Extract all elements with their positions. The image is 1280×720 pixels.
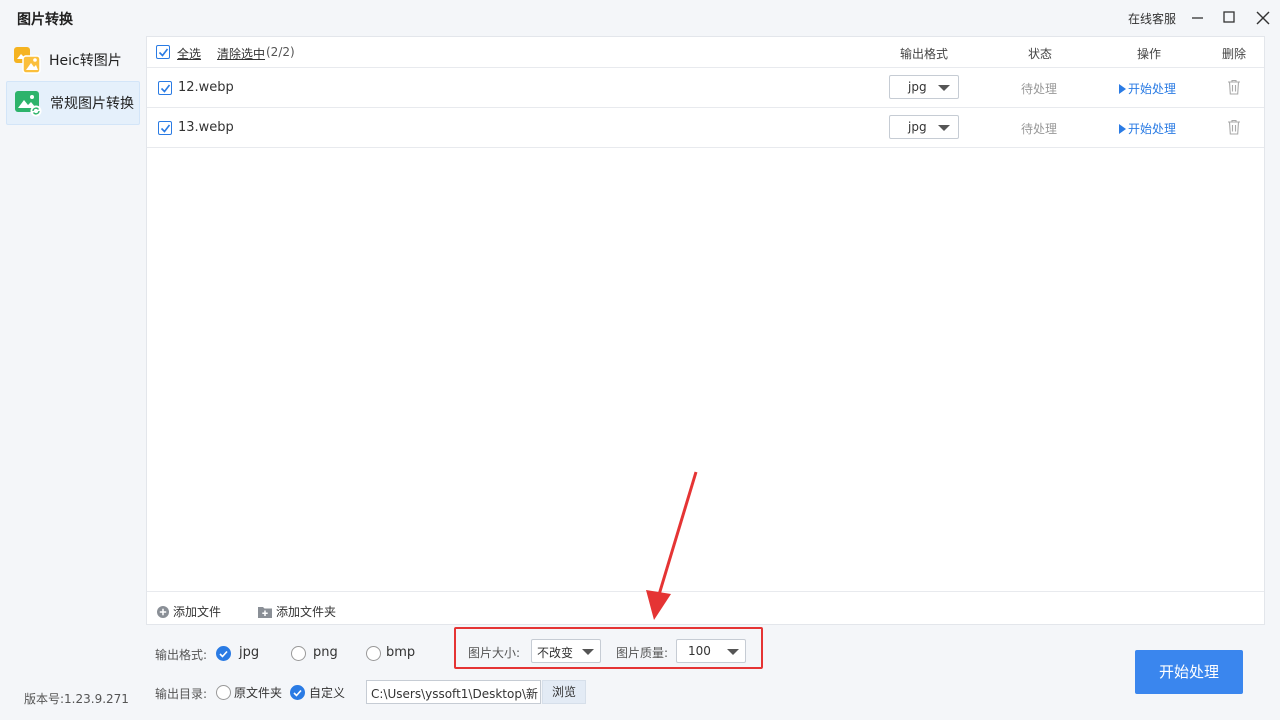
check-icon bbox=[160, 124, 171, 133]
format-select-value: jpg bbox=[908, 120, 927, 134]
format-radio-label[interactable]: png bbox=[313, 645, 338, 660]
table-row: 12.webp jpg 待处理 开始处理 bbox=[147, 68, 1264, 108]
select-all-link[interactable]: 全选 bbox=[177, 45, 201, 62]
start-process-label: 开始处理 bbox=[1128, 82, 1177, 96]
add-file-label: 添加文件 bbox=[173, 605, 222, 619]
online-support-link[interactable]: 在线客服 bbox=[1128, 10, 1176, 27]
check-icon bbox=[219, 650, 228, 658]
image-quality-select[interactable]: 100 bbox=[676, 639, 746, 663]
format-radio-label[interactable]: bmp bbox=[386, 645, 415, 660]
dir-radio-original[interactable] bbox=[216, 685, 231, 700]
row-checkbox[interactable] bbox=[158, 81, 172, 95]
selection-count: (2/2) bbox=[266, 45, 295, 59]
annotation-arrow-icon bbox=[646, 471, 698, 620]
column-header-action: 操作 bbox=[1137, 47, 1162, 61]
output-path-input[interactable]: C:\Users\yssoft1\Desktop\新 bbox=[366, 680, 541, 704]
column-header-status: 状态 bbox=[1028, 47, 1053, 61]
check-icon bbox=[158, 48, 169, 57]
play-icon bbox=[1119, 124, 1126, 134]
image-convert-icon bbox=[15, 91, 42, 117]
file-name: 13.webp bbox=[178, 120, 234, 135]
heic-image-icon bbox=[14, 47, 41, 74]
image-size-value: 不改变 bbox=[537, 646, 574, 660]
sidebar: Heic转图片 常规图片转换 bbox=[0, 36, 146, 720]
check-icon bbox=[160, 84, 171, 93]
version-label: 版本号:1.23.9.271 bbox=[24, 692, 129, 706]
format-radio-png[interactable] bbox=[291, 646, 306, 661]
start-process-link[interactable]: 开始处理 bbox=[1119, 80, 1176, 97]
dir-radio-label[interactable]: 自定义 bbox=[309, 684, 345, 701]
select-all-checkbox[interactable] bbox=[156, 45, 170, 59]
start-process-button[interactable]: 开始处理 bbox=[1135, 650, 1243, 694]
format-select[interactable]: jpg bbox=[889, 115, 959, 139]
column-header-delete: 删除 bbox=[1222, 47, 1247, 61]
table-row: 13.webp jpg 待处理 开始处理 bbox=[147, 108, 1264, 148]
dir-radio-custom[interactable] bbox=[290, 685, 305, 700]
status-text: 待处理 bbox=[1021, 82, 1058, 96]
sidebar-item-image-convert[interactable]: 常规图片转换 bbox=[6, 81, 140, 125]
sidebar-item-heic[interactable]: Heic转图片 bbox=[6, 38, 140, 82]
add-file-button[interactable]: 添加文件 bbox=[156, 603, 221, 620]
dir-radio-label[interactable]: 原文件夹 bbox=[234, 684, 282, 701]
trash-icon[interactable] bbox=[1227, 79, 1241, 95]
start-process-link[interactable]: 开始处理 bbox=[1119, 120, 1176, 137]
add-folder-button[interactable]: 添加文件夹 bbox=[257, 603, 336, 620]
clear-selection-link[interactable]: 清除选中 bbox=[217, 45, 265, 62]
list-header: 全选 清除选中 (2/2) 输出格式 状态 操作 删除 bbox=[147, 37, 1264, 68]
output-dir-label: 输出目录: bbox=[155, 687, 208, 701]
maximize-button[interactable] bbox=[1217, 6, 1241, 30]
start-process-label: 开始处理 bbox=[1128, 122, 1177, 136]
image-size-select[interactable]: 不改变 bbox=[531, 639, 601, 663]
format-radio-bmp[interactable] bbox=[366, 646, 381, 661]
sidebar-item-label: Heic转图片 bbox=[49, 53, 122, 69]
browse-button[interactable]: 浏览 bbox=[542, 680, 586, 704]
add-folder-icon bbox=[258, 606, 272, 618]
format-select-value: jpg bbox=[908, 80, 927, 94]
format-select[interactable]: jpg bbox=[889, 75, 959, 99]
format-radio-label[interactable]: jpg bbox=[239, 645, 259, 660]
add-folder-label: 添加文件夹 bbox=[276, 605, 337, 619]
minimize-icon bbox=[1192, 17, 1203, 19]
close-icon bbox=[1256, 11, 1270, 25]
trash-icon[interactable] bbox=[1227, 119, 1241, 135]
output-format-label: 输出格式: bbox=[155, 648, 208, 662]
column-header-format: 输出格式 bbox=[900, 47, 949, 61]
play-icon bbox=[1119, 84, 1126, 94]
plus-circle-icon bbox=[157, 605, 169, 618]
chevron-down-icon bbox=[938, 85, 950, 91]
sidebar-item-label: 常规图片转换 bbox=[50, 96, 134, 112]
chevron-down-icon bbox=[582, 649, 594, 655]
close-button[interactable] bbox=[1251, 6, 1275, 30]
image-quality-value: 100 bbox=[688, 644, 711, 658]
status-text: 待处理 bbox=[1021, 122, 1058, 136]
app-title: 图片转换 bbox=[17, 12, 73, 28]
format-radio-jpg[interactable] bbox=[216, 646, 231, 661]
image-quality-label: 图片质量: bbox=[616, 646, 669, 660]
row-checkbox[interactable] bbox=[158, 121, 172, 135]
image-size-label: 图片大小: bbox=[468, 646, 521, 660]
minimize-button[interactable] bbox=[1186, 6, 1210, 30]
check-icon bbox=[293, 689, 302, 697]
file-name: 12.webp bbox=[178, 80, 234, 95]
chevron-down-icon bbox=[727, 649, 739, 655]
title-bar: 图片转换 在线客服 bbox=[0, 0, 1280, 36]
maximize-icon bbox=[1223, 11, 1235, 23]
chevron-down-icon bbox=[938, 125, 950, 131]
